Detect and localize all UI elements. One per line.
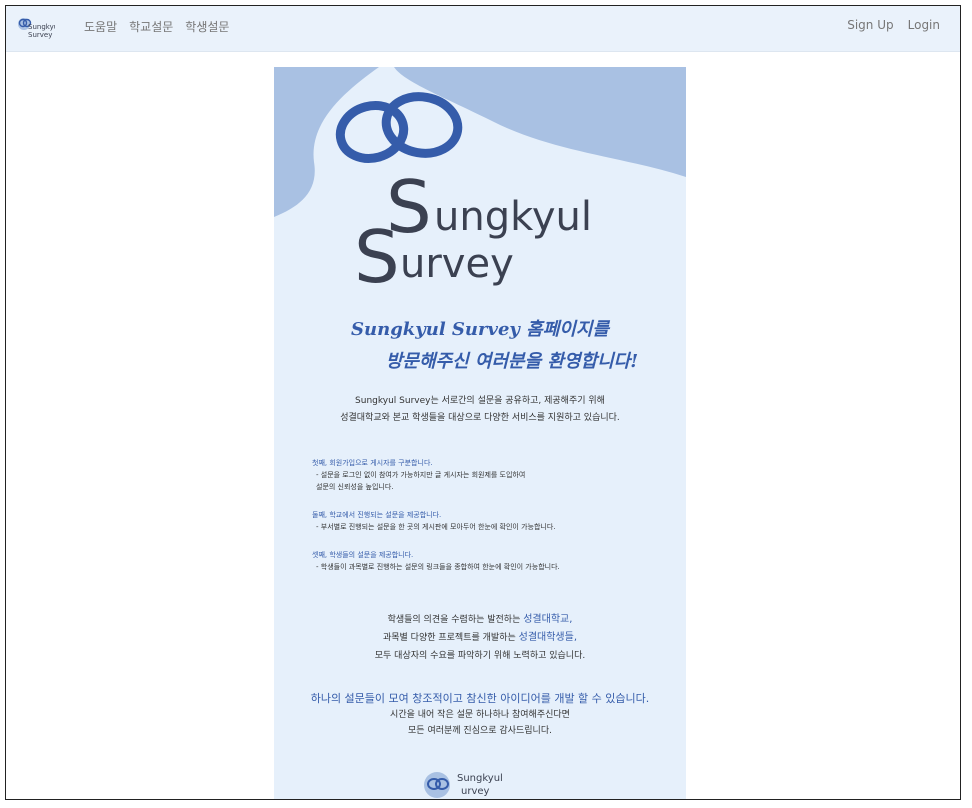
feature-desc: 설문의 신뢰성을 높입니다. [316, 483, 394, 491]
sign-up-link[interactable]: Sign Up [847, 18, 893, 32]
mission-line-3: 모두 대상자의 수요를 파악하기 위해 노력하고 있습니다. [374, 651, 586, 661]
browser-viewport: Sungkyul Survey 도움말 학교설문 학생설문 Sign Up Lo… [5, 5, 961, 800]
closing-line-1: 하나의 설문들이 모여 창조적이고 참신한 아이디어를 개발 할 수 있습니다. [310, 692, 650, 705]
feature-item: 셋째, 학생들의 설문을 제공합니다. - 학생들이 과목별로 진행하는 설문의… [312, 549, 682, 573]
logo-text-top: Sungkyul [28, 23, 55, 31]
mission-line-1: 학생들의 의견을 수렴하는 발전하는 성결대학교, [387, 614, 573, 625]
intro-text: Sungkyul Survey는 서로간의 설문을 공유하고, 제공해주기 위해… [274, 393, 686, 427]
nav-link-student-survey[interactable]: 학생설문 [185, 18, 229, 35]
top-navbar: Sungkyul Survey 도움말 학교설문 학생설문 Sign Up Lo… [6, 6, 960, 52]
mission-line-2: 과목별 다양한 프로젝트를 개발하는 성결대학생들, [382, 632, 578, 643]
nav-link-school-survey[interactable]: 학교설문 [129, 18, 173, 35]
welcome-line-1: Sungkyul Survey 홈페이지를 [351, 319, 609, 340]
feature-desc: - 설문을 로그인 없이 참여가 가능하지만 글 게시자는 회원제를 도입하여 [316, 471, 526, 479]
feature-desc: - 학생들이 과목별로 진행하는 설문의 링크들을 종합하여 한눈에 확인이 가… [316, 563, 560, 571]
feature-title: 둘째, 학교에서 진행되는 설문을 제공합니다. [312, 511, 442, 519]
welcome-poster: S ungkyul S urvey Sungkyul Survey 홈페이지를 … [274, 67, 686, 799]
brand-word-1: ungkyul [434, 194, 592, 240]
rings-icon [335, 92, 463, 163]
mission-text: 학생들의 의견을 수렴하는 발전하는 성결대학교, 과목별 다양한 프로젝트를 … [274, 611, 686, 665]
site-logo[interactable]: Sungkyul Survey [15, 14, 55, 44]
logo-text-bottom: Survey [28, 31, 52, 39]
nav-link-help[interactable]: 도움말 [84, 18, 117, 35]
feature-title: 첫째, 회원가입으로 게시자를 구분합니다. [312, 459, 433, 467]
closing-line-2: 시간을 내어 작은 설문 하나하나 참여해주신다면 [390, 710, 570, 720]
feature-item: 둘째, 학교에서 진행되는 설문을 제공합니다. - 부서별로 진행되는 설문을… [312, 509, 682, 533]
closing-line-3: 모든 여러분께 진심으로 감사드립니다. [408, 726, 552, 736]
brand-word-2: urvey [400, 241, 514, 287]
closing-text: 하나의 설문들이 모여 창조적이고 참신한 아이디어를 개발 할 수 있습니다.… [274, 691, 686, 739]
brand-initial-s-2: S [354, 215, 400, 299]
feature-item: 첫째, 회원가입으로 게시자를 구분합니다. - 설문을 로그인 없이 참여가 … [312, 457, 682, 493]
intro-line-2: 성결대학교와 본교 학생들을 대상으로 다양한 서비스를 지원하고 있습니다. [340, 413, 620, 423]
welcome-line-2: 방문해주신 여러분을 환영합니다! [385, 351, 639, 372]
welcome-heading: Sungkyul Survey 홈페이지를 방문해주신 여러분을 환영합니다! [274, 315, 686, 373]
footer-logo: Sungkyul urvey [424, 772, 503, 798]
feature-list: 첫째, 회원가입으로 게시자를 구분합니다. - 설문을 로그인 없이 참여가 … [312, 457, 682, 589]
footer-logo-text-bottom: urvey [461, 786, 490, 797]
poster-background-shapes: S ungkyul S urvey [274, 67, 686, 299]
login-link[interactable]: Login [908, 18, 940, 32]
footer-logo-text-top: Sungkyul [457, 773, 503, 784]
feature-title: 셋째, 학생들의 설문을 제공합니다. [312, 551, 414, 559]
feature-desc: - 부서별로 진행되는 설문을 한 곳의 게시판에 모아두어 한눈에 확인이 가… [316, 523, 556, 531]
intro-line-1: Sungkyul Survey는 서로간의 설문을 공유하고, 제공해주기 위해 [355, 396, 605, 406]
